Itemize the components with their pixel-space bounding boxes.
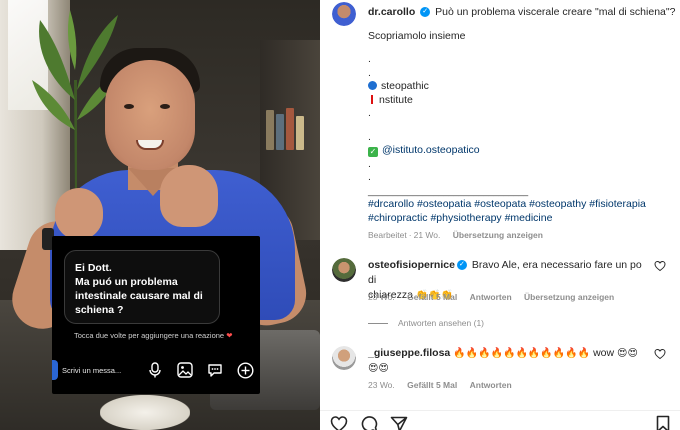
desk-object bbox=[100, 395, 190, 430]
image-icon[interactable] bbox=[174, 359, 196, 381]
question-bubble: Ei Dott. Ma puó un problema intestinale … bbox=[64, 250, 220, 324]
fire-emoji-icon: 🔥🔥🔥🔥🔥🔥🔥🔥🔥🔥🔥 bbox=[453, 348, 591, 359]
heart-eyes-emoji-icon: 😍😍 bbox=[617, 348, 638, 359]
commenter-username[interactable]: osteofisiopernice bbox=[368, 259, 455, 271]
comment-body: wow bbox=[593, 347, 615, 359]
mention-link[interactable]: @istituto.osteopatico bbox=[382, 144, 480, 156]
exclamation-emoji-icon bbox=[371, 94, 373, 104]
blue-circle-emoji-icon bbox=[368, 81, 377, 90]
post-age: 21 Wo. bbox=[413, 230, 441, 240]
bookmark-icon[interactable] bbox=[654, 415, 672, 430]
commenter-avatar[interactable] bbox=[332, 258, 356, 282]
caption-osteo-line1: steopathic bbox=[368, 80, 668, 94]
reply-button[interactable]: Antworten bbox=[470, 380, 512, 390]
caption-subtitle: Scopriamolo insieme bbox=[368, 29, 466, 42]
comment-text: _giuseppe.filosa 🔥🔥🔥🔥🔥🔥🔥🔥🔥🔥🔥 wow 😍😍 😍😍 bbox=[368, 346, 650, 376]
question-line: intestinale causare mal di bbox=[75, 290, 203, 302]
caption-dot: . bbox=[368, 53, 371, 65]
author-username[interactable]: dr.carollo bbox=[368, 6, 415, 18]
caption-header: dr.carollo ✓ Può un problema viscerale c… bbox=[368, 6, 675, 20]
edited-label: Bearbeitet bbox=[368, 230, 407, 240]
view-replies-label: Antworten ansehen (1) bbox=[398, 318, 484, 328]
paper-plane-icon[interactable] bbox=[390, 415, 408, 430]
commenter-username[interactable]: _giuseppe.filosa bbox=[368, 347, 450, 359]
translate-link[interactable]: Übersetzung anzeigen bbox=[524, 292, 614, 302]
reply-button[interactable]: Antworten bbox=[470, 292, 512, 302]
comment: osteofisiopernice ✓ Bravo Ale, era necess… bbox=[332, 258, 672, 308]
story-reply-bar: Scrivi un messa... bbox=[52, 354, 260, 386]
comment-age: 23 Wo. bbox=[368, 292, 395, 302]
comment: _giuseppe.filosa 🔥🔥🔥🔥🔥🔥🔥🔥🔥🔥🔥 wow 😍😍 😍😍 2… bbox=[332, 346, 672, 396]
verified-badge-icon: ✓ bbox=[420, 7, 431, 18]
view-replies[interactable]: Antworten ansehen (1) bbox=[368, 318, 484, 328]
comment-icon[interactable] bbox=[360, 415, 378, 430]
heart-icon[interactable] bbox=[654, 348, 666, 360]
person-eye bbox=[124, 104, 134, 109]
author-avatar[interactable] bbox=[332, 2, 356, 26]
question-line: schiena ? bbox=[75, 304, 124, 316]
translate-link[interactable]: Übersetzung anzeigen bbox=[453, 230, 543, 240]
heart-eyes-emoji-icon: 😍😍 bbox=[368, 363, 389, 374]
person-eye bbox=[160, 104, 170, 109]
caption-title: Può un problema viscerale creare "mal di… bbox=[435, 6, 676, 18]
chat-bubble-icon[interactable] bbox=[204, 359, 226, 381]
question-line: Ei Dott. bbox=[75, 262, 112, 274]
comment-likes[interactable]: Gefällt 5 Mal bbox=[407, 292, 457, 302]
osteo-text: steopathic bbox=[381, 80, 429, 92]
heart-emoji-icon: ❤ bbox=[226, 331, 233, 340]
heart-icon[interactable] bbox=[330, 415, 348, 430]
check-mark-emoji-icon: ✓ bbox=[368, 147, 378, 157]
comment-likes[interactable]: Gefällt 5 Mal bbox=[407, 380, 457, 390]
hashtags[interactable]: #chiropractic #physiotherapy #medicine bbox=[368, 212, 668, 226]
person-face bbox=[105, 60, 195, 170]
post-action-bar bbox=[320, 410, 680, 430]
reply-bar-accent bbox=[52, 360, 58, 380]
microphone-icon[interactable] bbox=[144, 359, 166, 381]
caption-separator: ________________________________ bbox=[368, 185, 529, 196]
plus-circle-icon[interactable] bbox=[234, 359, 256, 381]
hashtags[interactable]: #drcarollo #osteopatia #osteopata #osteo… bbox=[368, 198, 668, 212]
caption-osteo-line2: nstitute bbox=[368, 94, 668, 108]
reaction-hint: Tocca due volte per aggiungere una reazi… bbox=[74, 330, 234, 341]
message-input[interactable]: Scrivi un messa... bbox=[62, 366, 136, 375]
person-right-hand bbox=[160, 165, 218, 227]
replies-divider bbox=[368, 322, 388, 324]
person-left-hand bbox=[55, 188, 103, 240]
caption-meta: Bearbeitet · 21 Wo. Übersetzung anzeigen bbox=[368, 230, 543, 240]
post-caption: dr.carollo ✓ Può un problema viscerale c… bbox=[368, 6, 675, 243]
heart-icon[interactable] bbox=[654, 260, 666, 272]
story-question-card: Ei Dott. Ma puó un problema intestinale … bbox=[52, 236, 260, 394]
question-line: Ma puó un problema bbox=[75, 276, 178, 288]
caption-mention-line: ✓ @istituto.osteopatico bbox=[368, 144, 668, 158]
institute-text: nstitute bbox=[379, 93, 413, 106]
verified-badge-icon: ✓ bbox=[456, 260, 467, 271]
caption-dot: . bbox=[368, 157, 371, 170]
commenter-avatar[interactable] bbox=[332, 346, 356, 370]
comment-meta: 23 Wo. Gefällt 5 Mal Antworten bbox=[368, 380, 522, 390]
post-details-panel: dr.carollo ✓ Può un problema viscerale c… bbox=[320, 0, 680, 430]
caption-dot: . bbox=[368, 66, 371, 79]
caption-dot: . bbox=[368, 130, 371, 143]
post-video[interactable]: Ei Dott. Ma puó un problema intestinale … bbox=[0, 0, 320, 430]
comment-meta: 23 Wo. Gefällt 5 Mal Antworten Übersetzu… bbox=[368, 292, 624, 302]
caption-dot: . bbox=[368, 171, 371, 183]
comment-age: 23 Wo. bbox=[368, 380, 395, 390]
reaction-hint-text: Tocca due volte per aggiungere una reazi… bbox=[74, 331, 225, 340]
caption-dot: . bbox=[368, 107, 371, 119]
